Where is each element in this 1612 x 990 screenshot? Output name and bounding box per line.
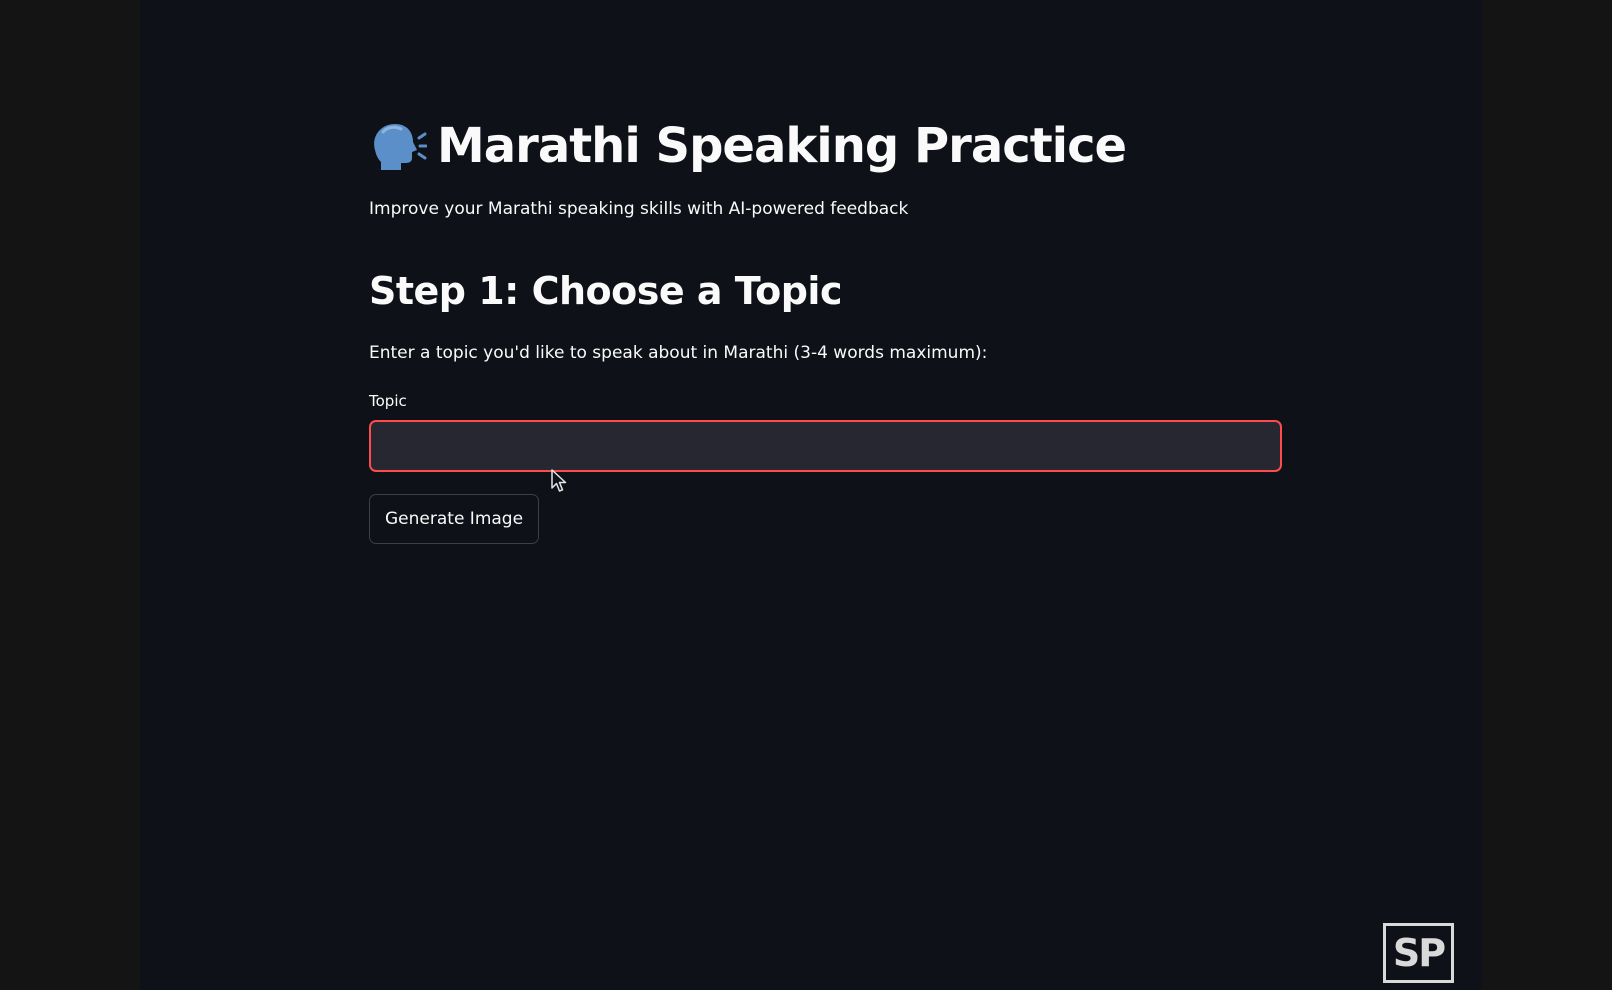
topic-label: Topic xyxy=(369,392,407,410)
speaking-head-icon xyxy=(369,120,428,172)
mouse-cursor-icon xyxy=(551,469,567,493)
main-content: Marathi Speaking Practice Improve your M… xyxy=(369,112,1282,544)
instruction-text: Enter a topic you'd like to speak about … xyxy=(369,343,988,363)
page-header: Marathi Speaking Practice xyxy=(369,112,1282,180)
generate-image-button[interactable]: Generate Image xyxy=(369,494,540,544)
page-title: Marathi Speaking Practice xyxy=(437,118,1127,174)
watermark-logo: SP xyxy=(1383,923,1454,983)
topic-input[interactable] xyxy=(369,420,1282,472)
video-frame: Marathi Speaking Practice Improve your M… xyxy=(0,0,1612,990)
step-heading: Step 1: Choose a Topic xyxy=(369,269,842,313)
page-subtitle: Improve your Marathi speaking skills wit… xyxy=(369,199,909,219)
app-window: Marathi Speaking Practice Improve your M… xyxy=(140,0,1482,990)
